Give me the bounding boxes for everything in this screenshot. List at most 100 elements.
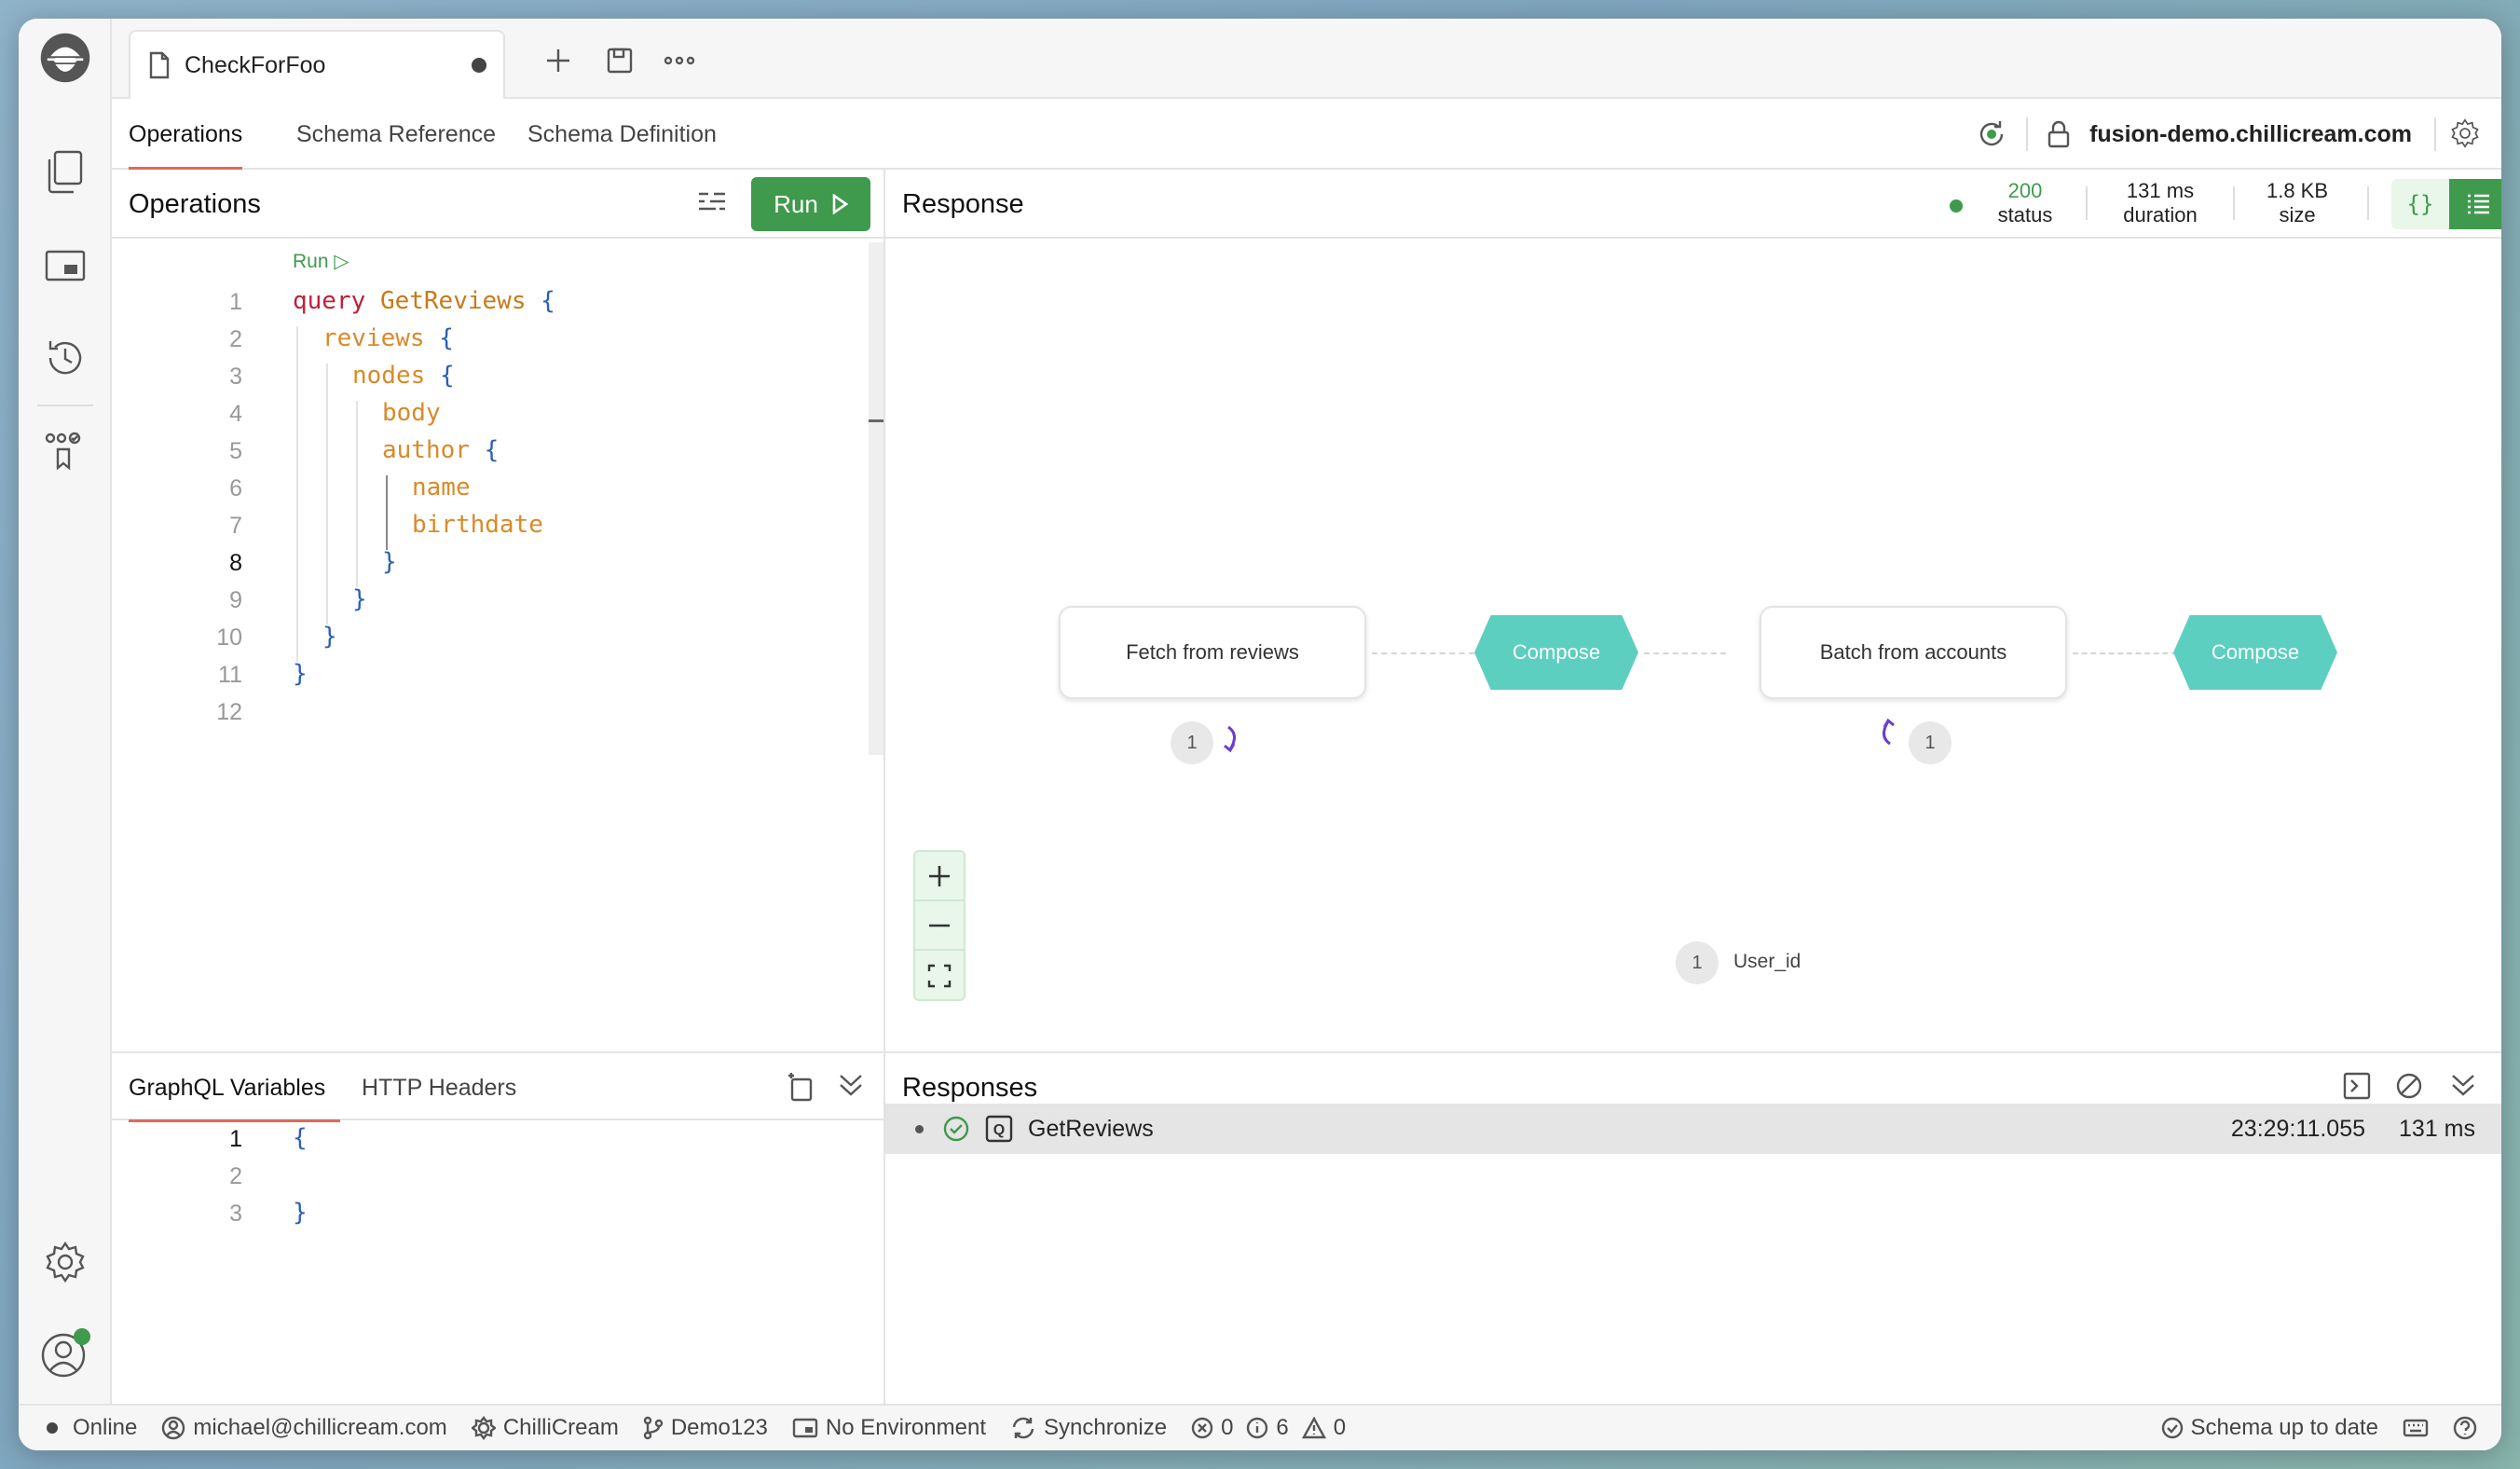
status-stat: 200 status <box>1983 179 2067 227</box>
help-icon[interactable] <box>2453 1416 2477 1440</box>
collapse-panel-icon[interactable] <box>837 1072 865 1105</box>
line-number: 1 <box>229 289 242 315</box>
synchronize-status[interactable]: Synchronize <box>1010 1415 1167 1441</box>
fit-view-icon[interactable] <box>915 951 964 1000</box>
collapse-responses-icon[interactable] <box>2449 1072 2477 1105</box>
stat-separator <box>2367 186 2369 220</box>
status-indicator-dot <box>1950 199 1963 213</box>
run-codelens[interactable]: Run ▷ <box>293 250 349 273</box>
tab-schema-definition[interactable]: Schema Definition <box>527 99 717 170</box>
svg-text:Q: Q <box>993 1122 1005 1138</box>
app-window: CheckForFoo Operations Schema Reference … <box>19 19 2501 1450</box>
duration-value: 131 ms <box>2126 179 2195 202</box>
line-number-current: 8 <box>229 550 242 576</box>
subnav-separator <box>2434 117 2436 151</box>
plan-node-batch[interactable]: Batch from accounts <box>1760 606 2067 699</box>
errors-count[interactable]: 0 <box>1191 1415 1233 1441</box>
rail-separator <box>37 405 93 406</box>
plan-node-compose[interactable]: Compose <box>2173 615 2337 690</box>
warning-icon <box>1301 1417 1326 1439</box>
file-icon <box>149 51 170 79</box>
environment-status[interactable]: No Environment <box>792 1415 986 1441</box>
user-status[interactable]: michael@chillicream.com <box>161 1415 447 1441</box>
view-subnav: Operations Schema Reference Schema Defin… <box>112 99 2501 170</box>
json-view-toggle-icon[interactable]: {} <box>2391 179 2449 229</box>
code-line-6: name <box>412 474 471 501</box>
user-email: michael@chillicream.com <box>193 1415 447 1440</box>
zoom-in-icon[interactable] <box>915 852 964 901</box>
refresh-schema-icon[interactable] <box>1976 118 2007 150</box>
workspace-icon[interactable] <box>39 240 91 293</box>
account-avatar-icon[interactable] <box>39 1327 91 1380</box>
connection-settings-icon[interactable] <box>2449 117 2481 154</box>
editor-scrollbar[interactable] <box>869 242 883 755</box>
settings-gear-icon[interactable] <box>39 1236 91 1288</box>
run-button[interactable]: Run <box>751 177 870 231</box>
row-bullet <box>915 1124 924 1133</box>
query-plan-canvas[interactable]: Fetch from reviews Compose Batch from ac… <box>885 240 2501 1051</box>
online-dot <box>47 1422 58 1434</box>
variables-editor[interactable]: 1 2 3 { } <box>112 1122 883 1402</box>
warnings-value: 0 <box>1333 1415 1347 1440</box>
keyboard-shortcuts-icon[interactable] <box>2403 1418 2429 1438</box>
terminal-icon[interactable] <box>2343 1072 2371 1105</box>
workspace-name: Demo123 <box>670 1415 768 1440</box>
plan-node-compose[interactable]: Compose <box>1474 615 1638 690</box>
code-line-5: author { <box>382 436 500 464</box>
line-number: 11 <box>218 662 242 688</box>
documents-icon[interactable] <box>39 145 91 198</box>
warnings-count[interactable]: 0 <box>1301 1415 1347 1441</box>
scrollbar-cursor-marker <box>869 419 883 422</box>
zoom-out-icon[interactable] <box>915 901 964 951</box>
endpoint-url[interactable]: fusion-demo.chillicream.com <box>2089 121 2412 148</box>
schema-status[interactable]: Schema up to date <box>2161 1415 2378 1441</box>
indent-guide <box>326 364 328 625</box>
document-tab-title: CheckForFoo <box>185 51 326 78</box>
copy-variables-icon[interactable] <box>787 1072 815 1106</box>
tab-graphql-variables[interactable]: GraphQL Variables <box>129 1053 341 1122</box>
bookmarks-icon[interactable] <box>39 425 91 477</box>
errors-value: 0 <box>1221 1415 1234 1440</box>
new-tab-plus-icon[interactable] <box>542 45 574 76</box>
workspace-status[interactable]: Demo123 <box>643 1415 768 1441</box>
tab-schema-reference[interactable]: Schema Reference <box>296 99 496 170</box>
code-line-10: } <box>322 623 337 651</box>
line-number: 2 <box>229 1163 242 1189</box>
indent-guide-active <box>386 475 388 550</box>
variables-open-brace: { <box>293 1124 308 1152</box>
line-number: 4 <box>229 401 242 427</box>
operations-editor[interactable]: Run ▷ 1 2 3 4 5 6 7 8 9 10 11 12 query G… <box>112 240 867 1051</box>
clear-responses-icon[interactable] <box>2395 1072 2423 1105</box>
loop-arrow-icon <box>1221 721 1243 760</box>
plan-node-fetch[interactable]: Fetch from reviews <box>1059 606 1366 699</box>
organization-status[interactable]: ChilliCream <box>471 1415 619 1441</box>
stat-separator <box>2233 186 2235 220</box>
code-line-3: nodes { <box>352 362 455 390</box>
app-logo-icon[interactable] <box>39 32 91 84</box>
code-line-11: } <box>293 660 308 688</box>
line-number: 3 <box>229 1201 242 1227</box>
format-document-icon[interactable] <box>697 190 727 221</box>
response-history-row[interactable]: Q GetReviews 23:29:11.055 131 ms <box>885 1104 2501 1154</box>
more-options-icon[interactable] <box>664 45 695 76</box>
schema-check-icon <box>2161 1417 2183 1439</box>
unsaved-indicator[interactable] <box>472 58 486 73</box>
tab-operations[interactable]: Operations <box>129 99 243 170</box>
size-value: 1.8 KB <box>2266 179 2329 202</box>
plan-view-toggle-icon[interactable] <box>2449 179 2501 229</box>
history-icon[interactable] <box>39 332 91 384</box>
loop-arrow-icon <box>1875 716 1897 754</box>
code-line-7: birthdate <box>412 511 543 539</box>
infos-count[interactable]: 6 <box>1246 1415 1289 1441</box>
document-tab[interactable]: CheckForFoo <box>129 30 505 99</box>
variable-count-badge: 1 <box>1676 941 1719 984</box>
plan-edge <box>1644 652 1726 654</box>
online-status[interactable]: Online <box>47 1415 137 1441</box>
indent-guide <box>356 401 358 587</box>
status-label: status <box>1997 203 2053 227</box>
line-number: 10 <box>216 625 242 651</box>
tab-http-headers[interactable]: HTTP Headers <box>362 1053 516 1122</box>
stat-separator <box>2086 186 2088 220</box>
branch-icon <box>643 1416 664 1440</box>
save-icon[interactable] <box>604 45 636 76</box>
